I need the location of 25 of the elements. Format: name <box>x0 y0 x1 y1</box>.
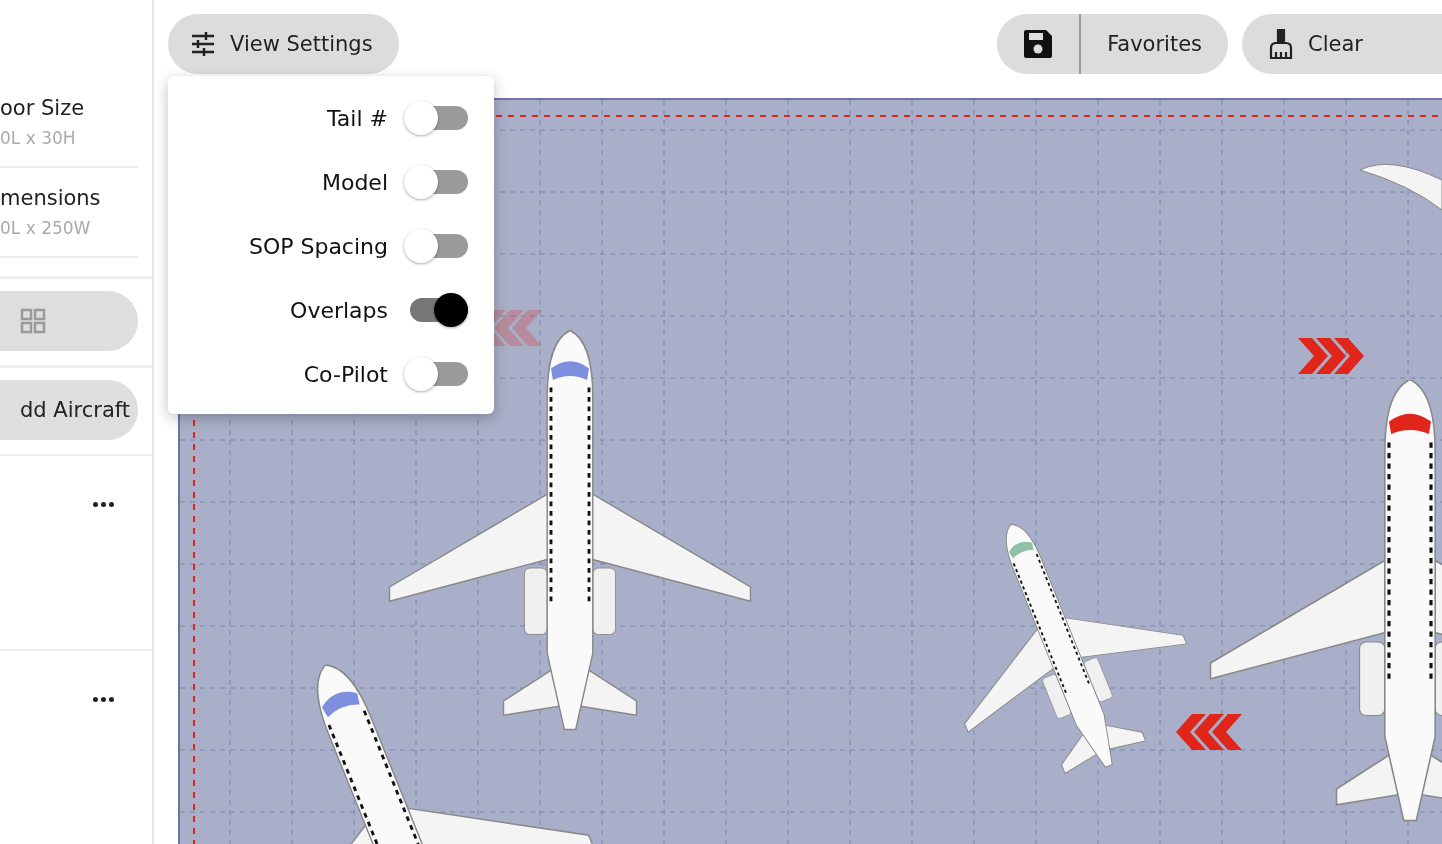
view-settings-button[interactable]: View Settings <box>168 14 399 74</box>
broom-icon <box>1268 29 1294 59</box>
toggle-label: Overlaps <box>290 297 388 323</box>
clear-button[interactable]: Clear <box>1242 14 1389 74</box>
favorites-button[interactable]: Favorites <box>1081 14 1228 74</box>
grid-icon <box>20 308 46 334</box>
toggle-switch[interactable] <box>404 165 468 199</box>
chevron-arrows-icon <box>1298 338 1364 374</box>
field-value: 0L x 30H <box>0 128 77 148</box>
toggle-label: Model <box>321 169 388 195</box>
airplane-drawing[interactable] <box>964 523 1188 774</box>
field-label: oor Size <box>0 96 86 120</box>
field-label: mensions <box>0 186 102 210</box>
field-value: 0L x 250W <box>0 218 92 238</box>
toggle-switch[interactable] <box>404 357 468 391</box>
grid-view-button[interactable] <box>0 291 138 351</box>
toggle-label: SOP Spacing <box>248 233 388 259</box>
toggle-switch[interactable] <box>404 101 468 135</box>
add-aircraft-button[interactable]: dd Aircraft <box>0 380 138 440</box>
sliders-icon <box>190 32 216 56</box>
airplane-fuselage-drawing[interactable] <box>546 329 594 731</box>
toggle-switch[interactable] <box>404 229 468 263</box>
toggle-label: Tail # <box>327 105 388 131</box>
chevron-arrows-icon <box>1176 714 1242 750</box>
toggle-label: Co-Pilot <box>303 361 388 387</box>
